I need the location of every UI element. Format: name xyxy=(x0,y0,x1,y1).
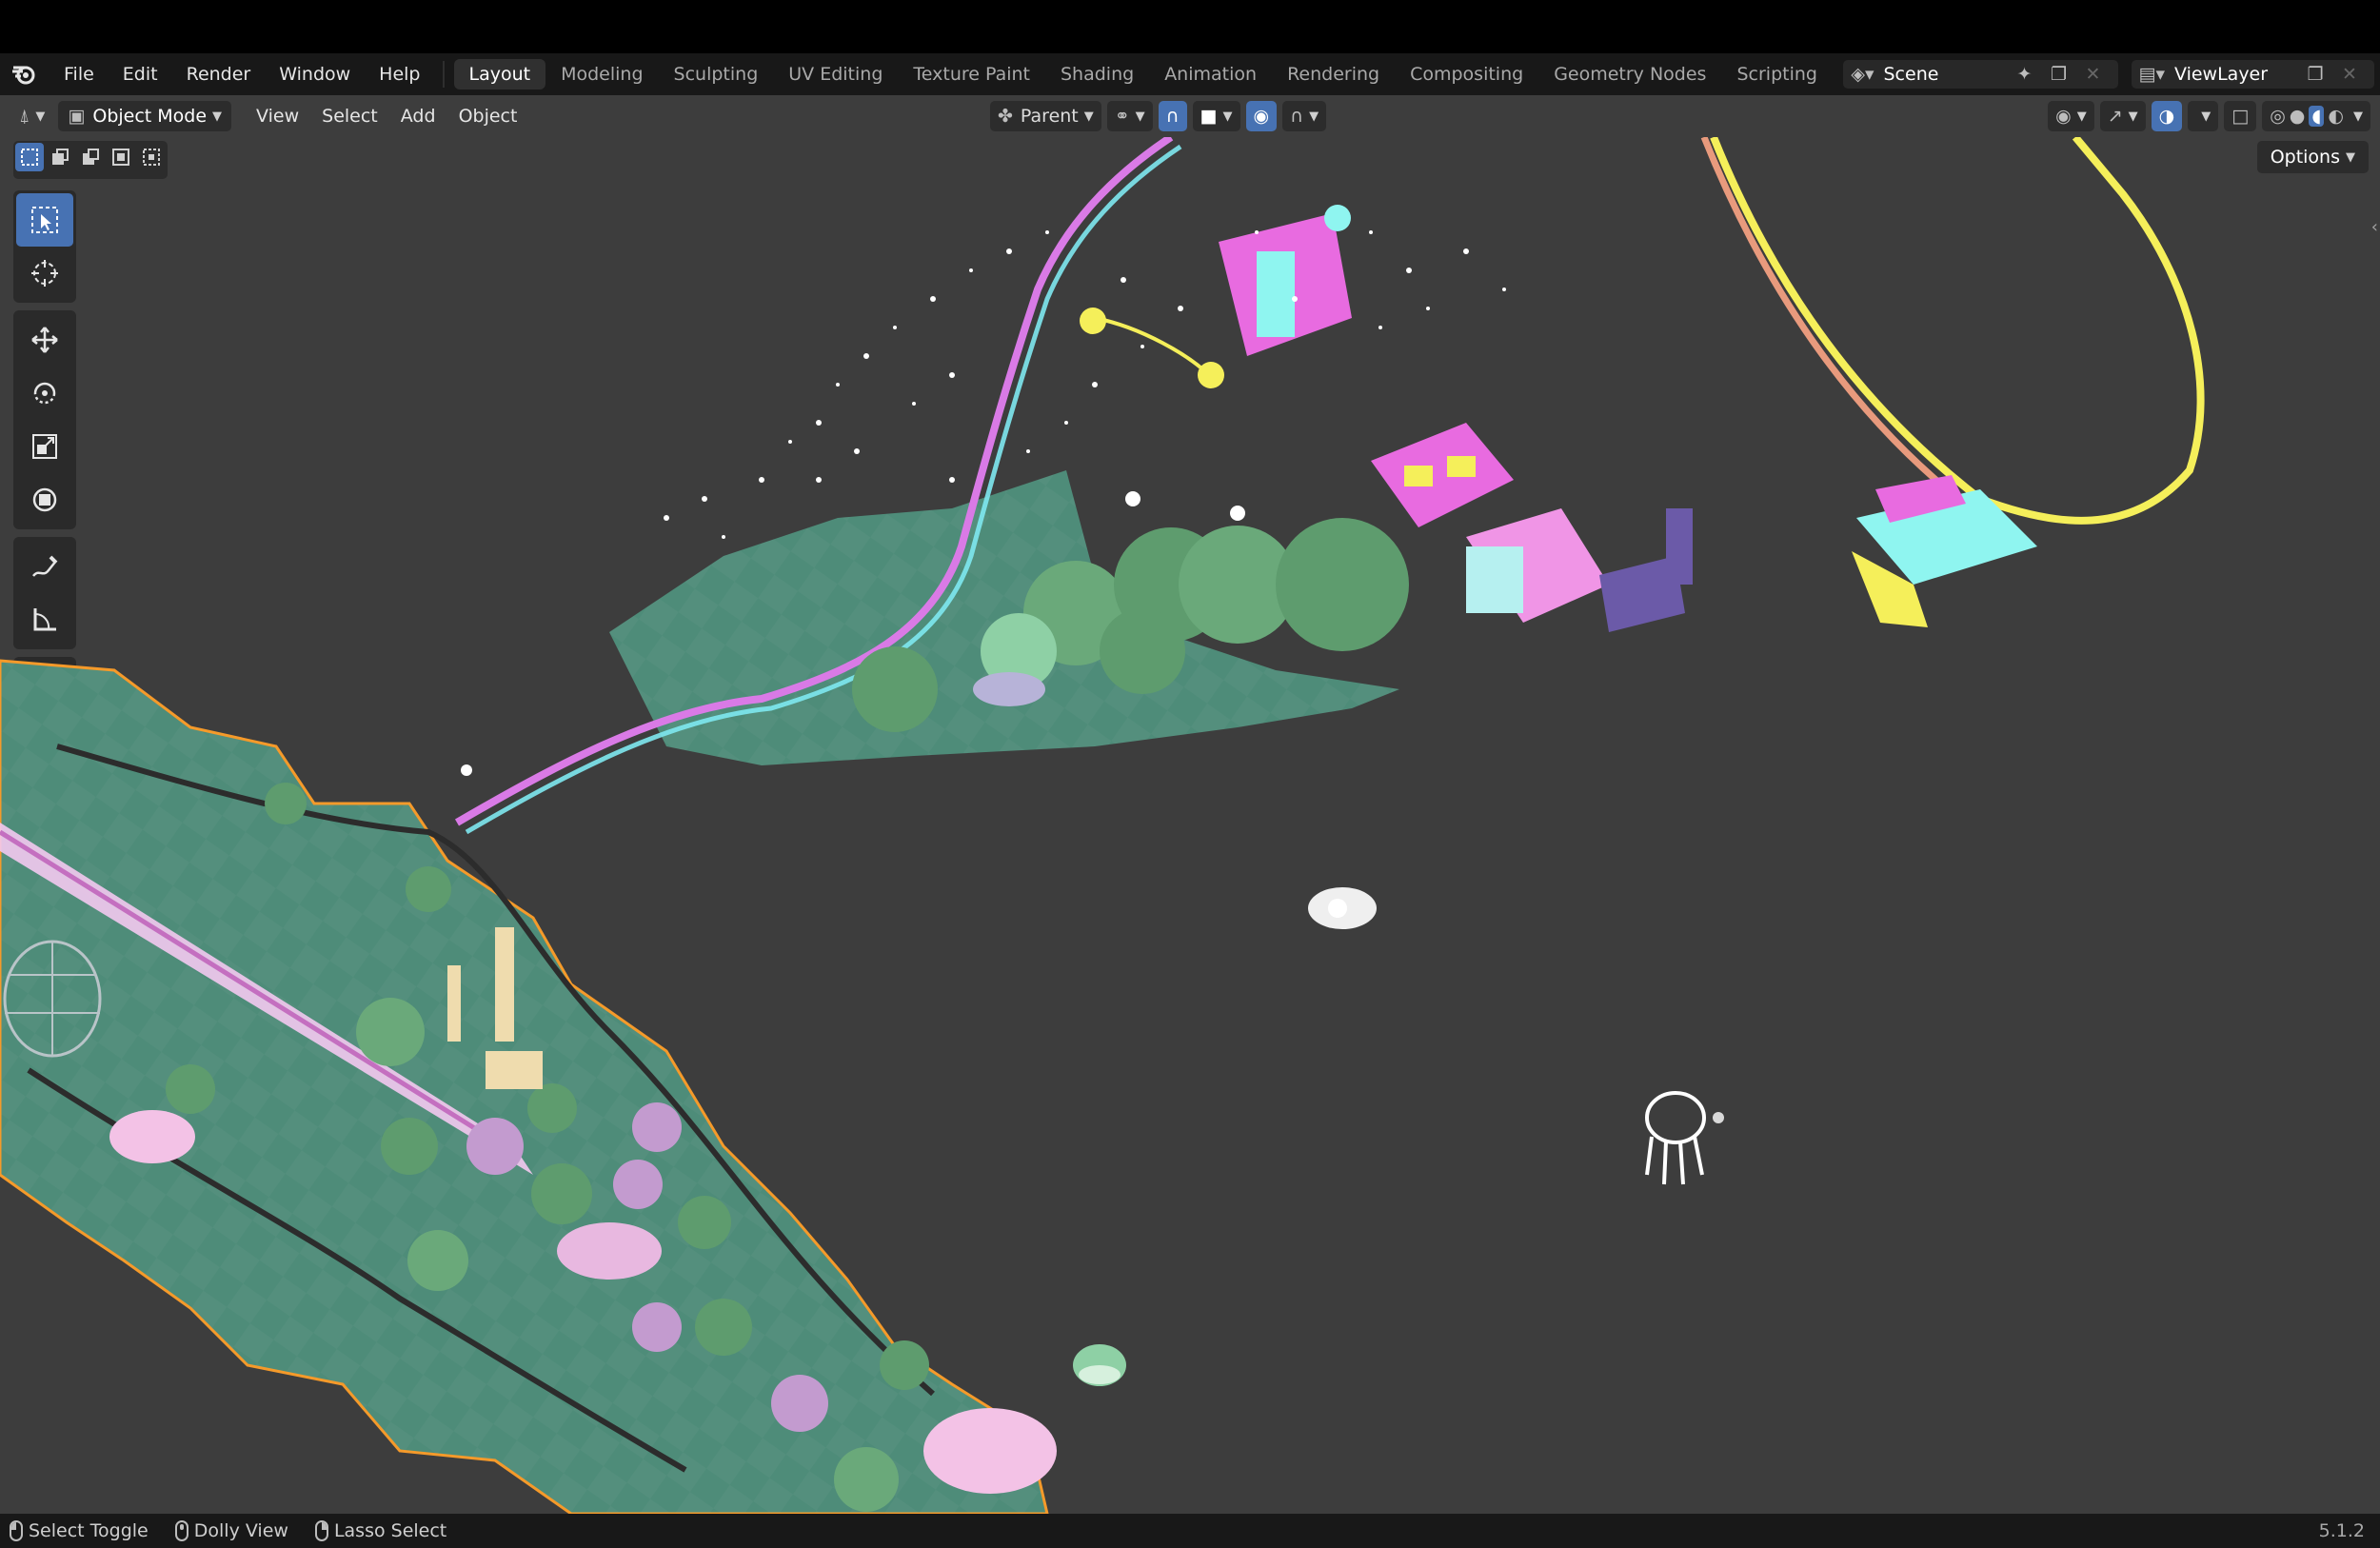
flying-cabin[interactable] xyxy=(1219,205,1352,356)
viewport-3d[interactable] xyxy=(0,137,2380,1514)
scene-name-field[interactable]: Scene xyxy=(1874,64,2008,85)
scene-selector[interactable]: ◈▾ Scene ✦ ❐ ✕ xyxy=(1843,60,2118,89)
status-hint-label: Dolly View xyxy=(193,1520,288,1541)
falloff-dropdown[interactable]: ∩ ▼ xyxy=(1282,101,1327,131)
tab-layout[interactable]: Layout xyxy=(453,59,546,89)
object-mode-label: Object Mode xyxy=(92,106,208,127)
overlay-dropdown[interactable]: ▼ xyxy=(2188,101,2219,131)
pivot-dropdown[interactable]: ✤ Parent ▼ xyxy=(990,101,1101,131)
status-hint-label: Lasso Select xyxy=(333,1520,447,1541)
gizmo-icon: ↗ xyxy=(2107,106,2123,127)
pivot-label: Parent xyxy=(1020,106,1079,127)
pin-icon[interactable]: ✦ xyxy=(2008,60,2042,89)
object-mode-icon: ▣ xyxy=(68,106,86,127)
visibility-dropdown[interactable]: ◉ ▼ xyxy=(2048,101,2094,131)
tab-compositing[interactable]: Compositing xyxy=(1395,59,1538,89)
mouse-middle-icon xyxy=(174,1520,188,1541)
material-shading-icon[interactable]: ◖ xyxy=(2309,106,2325,127)
status-bar: Select Toggle Dolly View Lasso Select 5.… xyxy=(0,1514,2380,1548)
tab-geometry-nodes[interactable]: Geometry Nodes xyxy=(1538,59,1721,89)
floating-jellyfish[interactable] xyxy=(1645,1091,1724,1185)
snap-toggle[interactable]: ∩ xyxy=(1158,101,1187,131)
falloff-icon: ∩ xyxy=(1290,106,1304,127)
window-titlebar-strip xyxy=(0,0,2380,53)
status-hint-lasso-select: Lasso Select xyxy=(314,1520,447,1541)
scene-icon: ◈▾ xyxy=(1851,64,1874,85)
menu-select[interactable]: Select xyxy=(310,101,389,131)
viewport-header: ⍋ ▼ ▣ Object Mode ▼ View Select Add Objec… xyxy=(0,95,2380,137)
gizmo-toggle[interactable]: ↗ ▼ xyxy=(2099,101,2146,131)
status-hint-label: Select Toggle xyxy=(29,1520,149,1541)
close-icon[interactable]: ✕ xyxy=(2076,60,2111,89)
status-hint-select-toggle: Select Toggle xyxy=(10,1520,149,1541)
magnet-icon: ∩ xyxy=(1165,106,1180,127)
menu-help[interactable]: Help xyxy=(365,53,434,95)
pink-building[interactable] xyxy=(1371,423,1693,632)
close-icon[interactable]: ✕ xyxy=(2332,60,2367,89)
pivot-icon: ✤ xyxy=(998,106,1013,127)
mouse-left-icon xyxy=(10,1520,23,1541)
proportional-icon: ◉ xyxy=(1253,106,1270,127)
overlay-icon: ◑ xyxy=(2158,106,2175,127)
snap-target-icon: ■ xyxy=(1200,106,1218,127)
tab-scripting[interactable]: Scripting xyxy=(1721,59,1833,89)
transform-orientation-dropdown[interactable]: ⚭ ▼ xyxy=(1106,101,1153,131)
viewport-display-tools: ◉ ▼ ↗ ▼ ◑ ▼ □ ◎ ● ◖ ◐ ▼ xyxy=(2048,101,2370,131)
coaster-loop[interactable] xyxy=(1700,137,2205,525)
menu-separator xyxy=(442,61,445,88)
menu-add[interactable]: Add xyxy=(389,101,447,131)
snap-target-dropdown[interactable]: ■ ▼ xyxy=(1192,101,1240,131)
tab-animation[interactable]: Animation xyxy=(1149,59,1272,89)
editor-type-icon: ⍋ xyxy=(19,106,30,127)
status-hint-dolly-view: Dolly View xyxy=(174,1520,288,1541)
transform-tools: ✤ Parent ▼ ⚭ ▼ ∩ ■ ▼ ◉ ∩ ▼ xyxy=(990,101,1327,131)
new-view-layer-icon[interactable]: ❐ xyxy=(2298,60,2332,89)
top-menu-bar: File Edit Render Window Help Layout Mode… xyxy=(0,53,2380,95)
tab-shading[interactable]: Shading xyxy=(1045,59,1149,89)
view-layer-name-field[interactable]: ViewLayer xyxy=(2165,64,2298,85)
editor-type-button[interactable]: ⍋ ▼ xyxy=(11,101,52,131)
solid-shading-icon[interactable]: ● xyxy=(2290,106,2306,127)
tab-rendering[interactable]: Rendering xyxy=(1272,59,1395,89)
overlay-toggle[interactable]: ◑ xyxy=(2151,101,2183,131)
new-scene-icon[interactable]: ❐ xyxy=(2042,60,2076,89)
tab-uv-editing[interactable]: UV Editing xyxy=(773,59,898,89)
xray-icon: □ xyxy=(2231,106,2250,127)
blender-logo-icon[interactable] xyxy=(11,62,36,87)
floating-turtle[interactable] xyxy=(1073,1344,1126,1386)
proportional-edit-toggle[interactable]: ◉ xyxy=(1245,101,1278,131)
shading-modes: ◎ ● ◖ ◐ ▼ xyxy=(2262,101,2370,131)
view-layer-icon: ▤▾ xyxy=(2138,64,2166,85)
tab-texture-paint[interactable]: Texture Paint xyxy=(898,59,1045,89)
menu-view[interactable]: View xyxy=(245,101,310,131)
tab-sculpting[interactable]: Sculpting xyxy=(659,59,774,89)
hanging-lamp[interactable] xyxy=(1080,308,1224,388)
orientation-icon: ⚭ xyxy=(1114,106,1130,127)
view-layer-selector[interactable]: ▤▾ ViewLayer ❐ ✕ xyxy=(2131,60,2374,89)
menu-object[interactable]: Object xyxy=(447,101,529,131)
eye-icon: ◉ xyxy=(2055,106,2072,127)
wireframe-shading-icon[interactable]: ◎ xyxy=(2270,106,2286,127)
floating-owl[interactable] xyxy=(1308,887,1377,929)
menu-render[interactable]: Render xyxy=(172,53,266,95)
rendered-shading-icon[interactable]: ◐ xyxy=(2328,106,2344,127)
tab-modeling[interactable]: Modeling xyxy=(545,59,658,89)
menu-file[interactable]: File xyxy=(50,53,109,95)
object-mode-dropdown[interactable]: ▣ Object Mode ▼ xyxy=(58,101,232,131)
menu-window[interactable]: Window xyxy=(265,53,365,95)
xray-toggle[interactable]: □ xyxy=(2224,101,2257,131)
version-label: 5.1.2 xyxy=(2318,1520,2365,1541)
mouse-right-icon xyxy=(314,1520,328,1541)
menu-edit[interactable]: Edit xyxy=(109,53,172,95)
scene-controls: ◈▾ Scene ✦ ❐ ✕ ▤▾ ViewLayer ❐ ✕ xyxy=(1843,53,2380,95)
coaster-car[interactable] xyxy=(1852,475,2037,627)
